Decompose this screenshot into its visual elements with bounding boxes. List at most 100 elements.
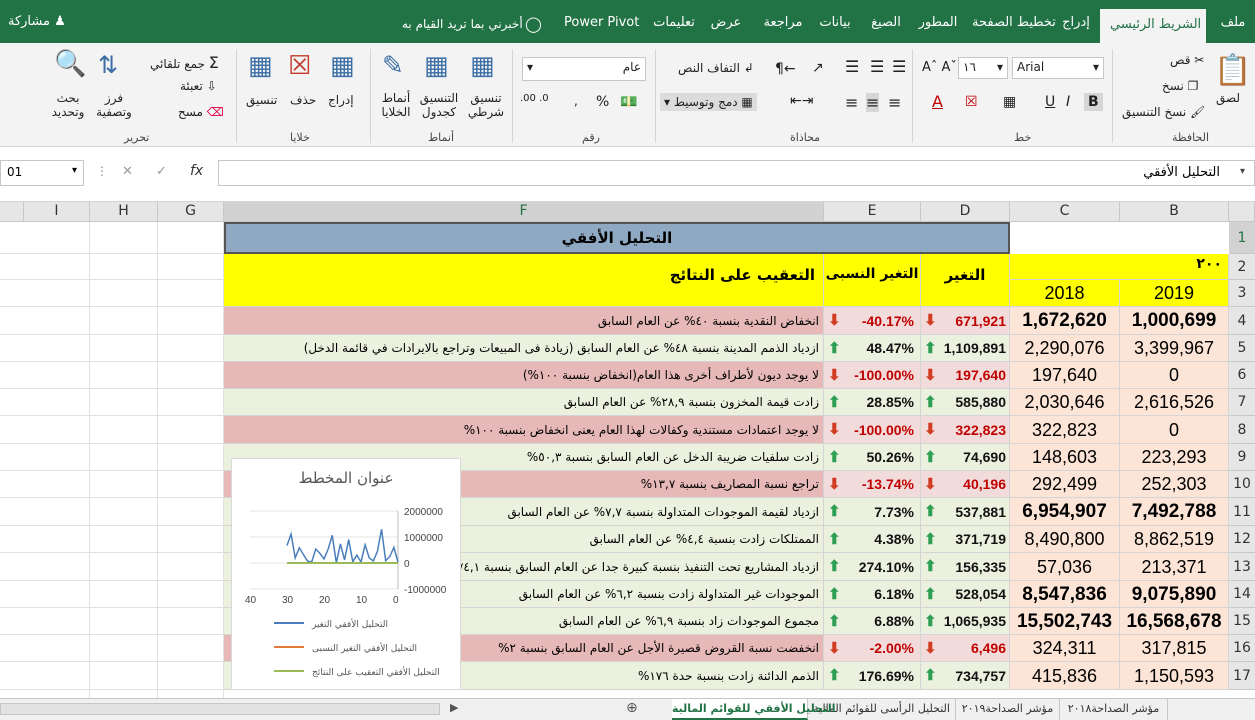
year-2019-cell[interactable]: 2019: [1120, 280, 1229, 307]
relative-change-cell[interactable]: 274.10% ⬆: [824, 553, 921, 581]
align-top-icon[interactable]: ☰: [845, 57, 859, 76]
cancel-icon[interactable]: ✕: [122, 164, 133, 179]
align-bottom-icon[interactable]: ☰: [892, 57, 906, 76]
value-2018-cell[interactable]: 8,547,836: [1010, 581, 1120, 608]
relative-change-cell[interactable]: 28.85% ⬆: [824, 389, 921, 416]
value-2018-cell[interactable]: 2,290,076: [1010, 335, 1120, 362]
chart-object[interactable]: عنوان المخطط 2000000 1000000 0 -1000000 40 30…: [231, 458, 461, 690]
comment-cell[interactable]: انخفاض النقدية بنسبة ٤٠% عن العام السابق: [224, 307, 824, 335]
conditional-format-icon[interactable]: ▦: [470, 51, 495, 81]
change-cell[interactable]: 537,881 ⬆: [921, 498, 1010, 526]
value-2019-cell[interactable]: 252,303: [1120, 471, 1229, 498]
fill-color-icon[interactable]: ☒: [965, 94, 978, 110]
relative-change-cell[interactable]: 4.38% ⬆: [824, 526, 921, 553]
decimal-icons[interactable]: .00 .0: [520, 93, 549, 104]
row-header-13[interactable]: 13: [1229, 553, 1255, 581]
column-header-I[interactable]: I: [24, 202, 90, 222]
row-header-6[interactable]: 6: [1229, 362, 1255, 389]
change-cell[interactable]: 1,065,935 ⬆: [921, 608, 1010, 635]
change-cell[interactable]: 74,690 ⬆: [921, 444, 1010, 471]
tab-formulas[interactable]: الصيغ: [866, 10, 906, 43]
change-cell[interactable]: 371,719 ⬆: [921, 526, 1010, 553]
row-header-12[interactable]: 12: [1229, 526, 1255, 553]
change-cell[interactable]: 197,640 ⬇: [921, 362, 1010, 389]
format-painter-button[interactable]: نسخ التنسيق 🖌: [1122, 105, 1205, 119]
year-label-cell[interactable]: ٢٠٠: [1010, 254, 1229, 280]
tab-file[interactable]: ملف: [1213, 10, 1253, 43]
insert-cells-button[interactable]: إدراج: [328, 93, 354, 107]
value-2018-cell[interactable]: 15,502,743: [1010, 608, 1120, 635]
change-cell[interactable]: 585,880 ⬆: [921, 389, 1010, 416]
value-2018-cell[interactable]: 148,603: [1010, 444, 1120, 471]
format-cells-icon[interactable]: ▦: [248, 51, 273, 81]
value-2018-cell[interactable]: 324,311: [1010, 635, 1120, 662]
tab-power-pivot[interactable]: Power Pivot: [564, 10, 639, 43]
value-2018-cell[interactable]: 197,640: [1010, 362, 1120, 389]
copy-button[interactable]: نسخ ❐: [1162, 79, 1198, 93]
value-2019-cell[interactable]: 1,000,699: [1120, 307, 1229, 335]
column-header-D[interactable]: D: [921, 202, 1010, 222]
relative-change-cell[interactable]: -40.17% ⬇: [824, 307, 921, 335]
value-2019-cell[interactable]: 317,815: [1120, 635, 1229, 662]
font-grow-shrink-icon[interactable]: Aˆ Aˇ: [922, 60, 957, 75]
sort-filter-button[interactable]: فرز وتصفية: [96, 91, 132, 119]
value-2018-cell[interactable]: 2,030,646: [1010, 389, 1120, 416]
header-relative-change-cell[interactable]: التغير النسبى: [824, 254, 921, 307]
text-direction-icon[interactable]: ¶←: [775, 61, 796, 77]
scroll-icon[interactable]: ▶: [450, 701, 458, 714]
value-2018-cell[interactable]: 57,036: [1010, 553, 1120, 581]
delete-cells-button[interactable]: حذف: [290, 93, 316, 107]
italic-button[interactable]: I: [1066, 94, 1070, 110]
merge-center-button[interactable]: ▾ دمج وتوسيط ▦: [660, 93, 757, 111]
value-2019-cell[interactable]: 1,150,593: [1120, 662, 1229, 690]
column-header-F[interactable]: F: [224, 202, 824, 222]
value-2019-cell[interactable]: 7,492,788: [1120, 498, 1229, 526]
format-cells-button[interactable]: تنسيق: [246, 93, 277, 107]
value-2018-cell[interactable]: 415,836: [1010, 662, 1120, 690]
value-2018-cell[interactable]: 8,490,800: [1010, 526, 1120, 553]
column-header-B[interactable]: B: [1120, 202, 1229, 222]
indent-icon[interactable]: ⇤⇥: [790, 93, 813, 109]
column-header-C[interactable]: C: [1010, 202, 1120, 222]
bold-button[interactable]: B: [1084, 93, 1103, 111]
borders-icon[interactable]: ▦: [1003, 94, 1016, 110]
sort-filter-icon[interactable]: ⇅: [98, 51, 118, 79]
autosum-button[interactable]: جمع تلقائي Σ: [150, 53, 219, 72]
relative-change-cell[interactable]: 48.47% ⬆: [824, 335, 921, 362]
cell-styles-icon[interactable]: ✎: [382, 51, 404, 81]
tab-data[interactable]: بيانات: [815, 10, 855, 43]
comment-cell[interactable]: زادت قيمة المخزون بنسبة ٢٨,٩% عن العام ا…: [224, 389, 824, 416]
wrap-text-button[interactable]: التفاف النص ↲: [678, 61, 754, 75]
tab-developer[interactable]: المطور: [918, 10, 958, 43]
font-color-icon[interactable]: A: [932, 92, 943, 111]
column-header-H[interactable]: H: [90, 202, 158, 222]
tell-me-search[interactable]: أخبرني بما تريد القيام به: [402, 17, 523, 31]
value-2019-cell[interactable]: 0: [1120, 416, 1229, 444]
align-left-icon[interactable]: ≡: [888, 93, 901, 112]
column-header-G[interactable]: G: [158, 202, 224, 222]
find-select-icon[interactable]: 🔍: [54, 49, 86, 79]
clear-button[interactable]: مسح ⌫: [178, 105, 224, 119]
row-header-5[interactable]: 5: [1229, 335, 1255, 362]
change-cell[interactable]: 528,054 ⬆: [921, 581, 1010, 608]
change-cell[interactable]: 6,496 ⬇: [921, 635, 1010, 662]
relative-change-cell[interactable]: -100.00% ⬇: [824, 416, 921, 444]
font-size-select[interactable]: ١٦ ▾: [958, 57, 1008, 79]
insert-function-icon[interactable]: fx: [190, 163, 203, 179]
tab-page-layout[interactable]: تخطيط الصفحة: [972, 10, 1056, 43]
change-cell[interactable]: 734,757 ⬆: [921, 662, 1010, 690]
row-header-17[interactable]: 17: [1229, 662, 1255, 690]
relative-change-cell[interactable]: 6.88% ⬆: [824, 608, 921, 635]
share-button[interactable]: مشاركة ♟: [8, 14, 66, 29]
row-header-14[interactable]: 14: [1229, 581, 1255, 608]
add-sheet-icon[interactable]: ⊕: [626, 700, 638, 716]
column-header-E[interactable]: E: [824, 202, 921, 222]
select-all-corner[interactable]: [1229, 202, 1255, 222]
header-change-cell[interactable]: التغير: [921, 254, 1010, 307]
find-select-button[interactable]: بحث وتحديد: [48, 91, 88, 119]
cut-button[interactable]: قص ✂: [1170, 53, 1204, 67]
value-2019-cell[interactable]: 9,075,890: [1120, 581, 1229, 608]
relative-change-cell[interactable]: -2.00% ⬇: [824, 635, 921, 662]
comment-cell[interactable]: لا يوجد اعتمادات مستندية وكفالات لهذا ال…: [224, 416, 824, 444]
row-header-11[interactable]: 11: [1229, 498, 1255, 526]
